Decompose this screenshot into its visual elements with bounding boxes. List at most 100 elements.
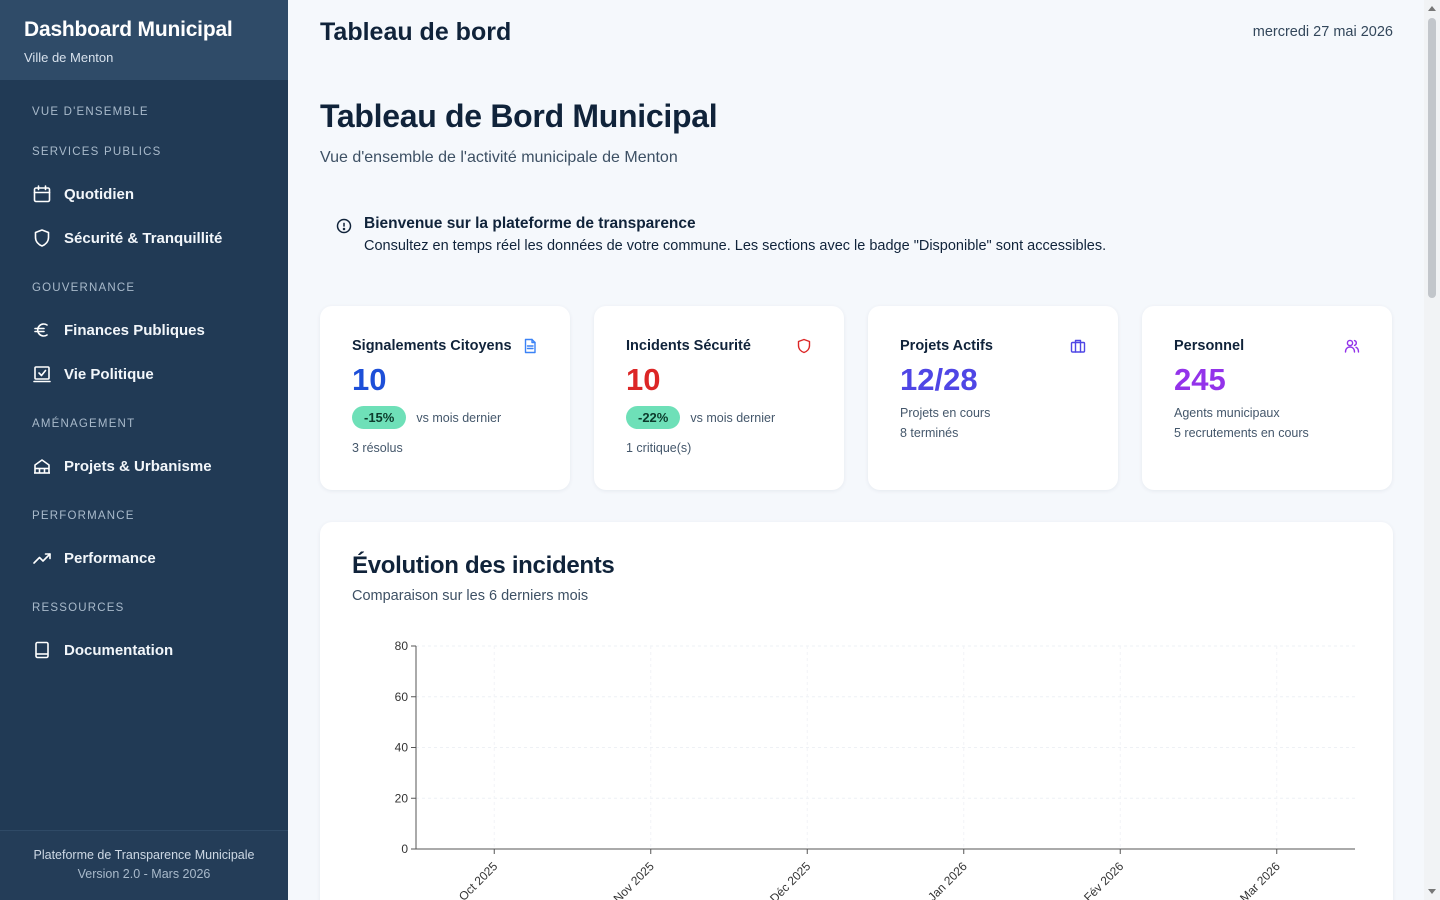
x-tick-label: Déc 2025	[767, 859, 813, 900]
card-title: Signalements Citoyens	[352, 338, 512, 354]
welcome-banner: Bienvenue sur la plateforme de transpare…	[320, 203, 1393, 275]
banner-title: Bienvenue sur la plateforme de transpare…	[364, 215, 696, 232]
nav-section-label: AMÉNAGEMENT	[32, 418, 136, 430]
shield-icon	[796, 338, 812, 354]
x-tick-label: Fév 2026	[1081, 859, 1127, 900]
sidebar-item-label: Documentation	[64, 641, 174, 659]
card-detail-secondary: 5 recrutements en cours	[1174, 426, 1309, 440]
x-tick-label: Mar 2026	[1237, 859, 1283, 900]
card-detail: 1 critique(s)	[626, 441, 692, 455]
card-header: Projets Actifs	[900, 338, 1086, 354]
page-scrollbar[interactable]	[1424, 0, 1440, 900]
card-detail: 3 résolus	[352, 441, 403, 455]
card-header: Personnel	[1174, 338, 1360, 354]
kpi-card[interactable]: Signalements Citoyens 10 -15% vs mois derni…	[320, 306, 570, 490]
topbar: Tableau de bord mercredi 27 mai 2026	[320, 18, 1393, 47]
incidents-chart-card: Évolution des incidents Comparaison sur …	[320, 522, 1393, 900]
x-tick-label: Nov 2025	[611, 859, 657, 900]
card-header: Signalements Citoyens	[352, 338, 538, 354]
kpi-card[interactable]: Projets Actifs 12/28 Projets en cours 8 ter…	[868, 306, 1118, 490]
y-tick-label: 0	[401, 842, 408, 856]
info-icon	[336, 215, 364, 263]
sidebar-item-trending-up[interactable]: Performance	[0, 536, 288, 580]
nav-section-label: VUE D'ENSEMBLE	[32, 106, 149, 118]
card-trend: -22% vs mois dernier	[626, 406, 812, 429]
book-icon	[32, 640, 64, 660]
brand-header[interactable]: Dashboard Municipal Ville de Menton	[0, 0, 288, 80]
card-trend: -15% vs mois dernier	[352, 406, 538, 429]
scroll-up-arrow-icon[interactable]	[1428, 6, 1436, 11]
main-content: Tableau de bord mercredi 27 mai 2026 Tab…	[288, 0, 1424, 900]
kpi-card[interactable]: Incidents Sécurité 10 -22% vs mois dernier 1…	[594, 306, 844, 490]
shield-icon	[32, 228, 64, 248]
card-value: 10	[626, 362, 661, 397]
card-title: Projets Actifs	[900, 338, 993, 354]
sidebar-item-label: Performance	[64, 549, 156, 567]
trend-badge: -22%	[626, 406, 681, 429]
vote-icon	[32, 364, 64, 384]
footer-version: Version 2.0 - Mars 2026	[77, 867, 211, 881]
sidebar-item-label: Sécurité & Tranquillité	[64, 229, 223, 247]
sidebar-item-euro[interactable]: Finances Publiques	[0, 308, 288, 352]
card-value: 10	[352, 362, 387, 397]
current-date: mercredi 27 mai 2026	[1252, 24, 1393, 40]
footer-platform-name: Plateforme de Transparence Municipale	[33, 848, 255, 862]
sidebar-item-calendar[interactable]: Quotidien	[0, 172, 288, 216]
card-value: 12/28	[900, 362, 978, 397]
card-value: 245	[1174, 362, 1226, 397]
nav-section-label: RESSOURCES	[32, 602, 125, 614]
brand-title: Dashboard Municipal	[24, 18, 233, 41]
briefcase-icon	[1070, 338, 1086, 354]
trending-up-icon	[32, 548, 64, 568]
x-tick-label: Oct 2025	[456, 859, 501, 900]
building-icon	[32, 456, 64, 476]
page-title: Tableau de Bord Municipal	[320, 98, 718, 134]
y-tick-label: 80	[395, 639, 409, 653]
incidents-chart: 0 20 40 60 80 Oct 2025 Nov 2025 Déc 2025 Jan 202…	[395, 639, 1355, 900]
banner-text: Consultez en temps réel les données de v…	[364, 238, 1107, 254]
trend-note: vs mois dernier	[690, 410, 776, 425]
sidebar-item-label: Vie Politique	[64, 365, 154, 383]
sidebar-item-shield[interactable]: Sécurité & Tranquillité	[0, 216, 288, 260]
card-header: Incidents Sécurité	[626, 338, 812, 354]
y-tick-label: 40	[395, 741, 409, 755]
topbar-title: Tableau de bord	[320, 18, 512, 46]
sidebar-item-label: Projets & Urbanisme	[64, 457, 212, 475]
scroll-down-arrow-icon[interactable]	[1428, 889, 1436, 894]
card-detail: Projets en cours	[900, 406, 991, 420]
sidebar-item-building[interactable]: Projets & Urbanisme	[0, 444, 288, 488]
trend-badge: -15%	[352, 406, 407, 429]
kpi-cards: Signalements Citoyens 10 -15% vs mois derni…	[320, 306, 1393, 490]
brand-subtitle: Ville de Menton	[24, 50, 114, 65]
nav-section-label: GOUVERNANCE	[32, 282, 136, 294]
y-tick-label: 20	[395, 791, 409, 805]
sidebar-item-label: Finances Publiques	[64, 321, 205, 339]
document-icon	[522, 338, 538, 354]
users-icon	[1344, 338, 1360, 354]
kpi-card[interactable]: Personnel 245 Agents municipaux 5 recruteme…	[1142, 306, 1392, 490]
card-detail: Agents municipaux	[1174, 406, 1280, 420]
sidebar-footer: Plateforme de Transparence Municipale Ve…	[0, 830, 288, 900]
sidebar-item-label: Quotidien	[64, 185, 134, 203]
card-title: Incidents Sécurité	[626, 338, 751, 354]
y-tick-label: 60	[395, 690, 409, 704]
card-title: Personnel	[1174, 338, 1245, 354]
sidebar-nav: VUE D'ENSEMBLE SERVICES PUBLICS Quotidien S…	[0, 80, 288, 692]
trend-note: vs mois dernier	[416, 410, 502, 425]
scroll-thumb[interactable]	[1428, 18, 1436, 298]
euro-icon	[32, 320, 64, 340]
nav-section-label: SERVICES PUBLICS	[32, 146, 162, 158]
calendar-icon	[32, 184, 64, 204]
sidebar: Dashboard Municipal Ville de Menton VUE …	[0, 0, 288, 900]
nav-section-label: PERFORMANCE	[32, 510, 135, 522]
card-detail-secondary: 8 terminés	[900, 426, 959, 440]
page-subtitle: Vue d'ensemble de l'activité municipale …	[320, 149, 678, 166]
sidebar-item-vote[interactable]: Vie Politique	[0, 352, 288, 396]
x-tick-label: Jan 2026	[925, 859, 970, 900]
sidebar-item-book[interactable]: Documentation	[0, 628, 288, 672]
